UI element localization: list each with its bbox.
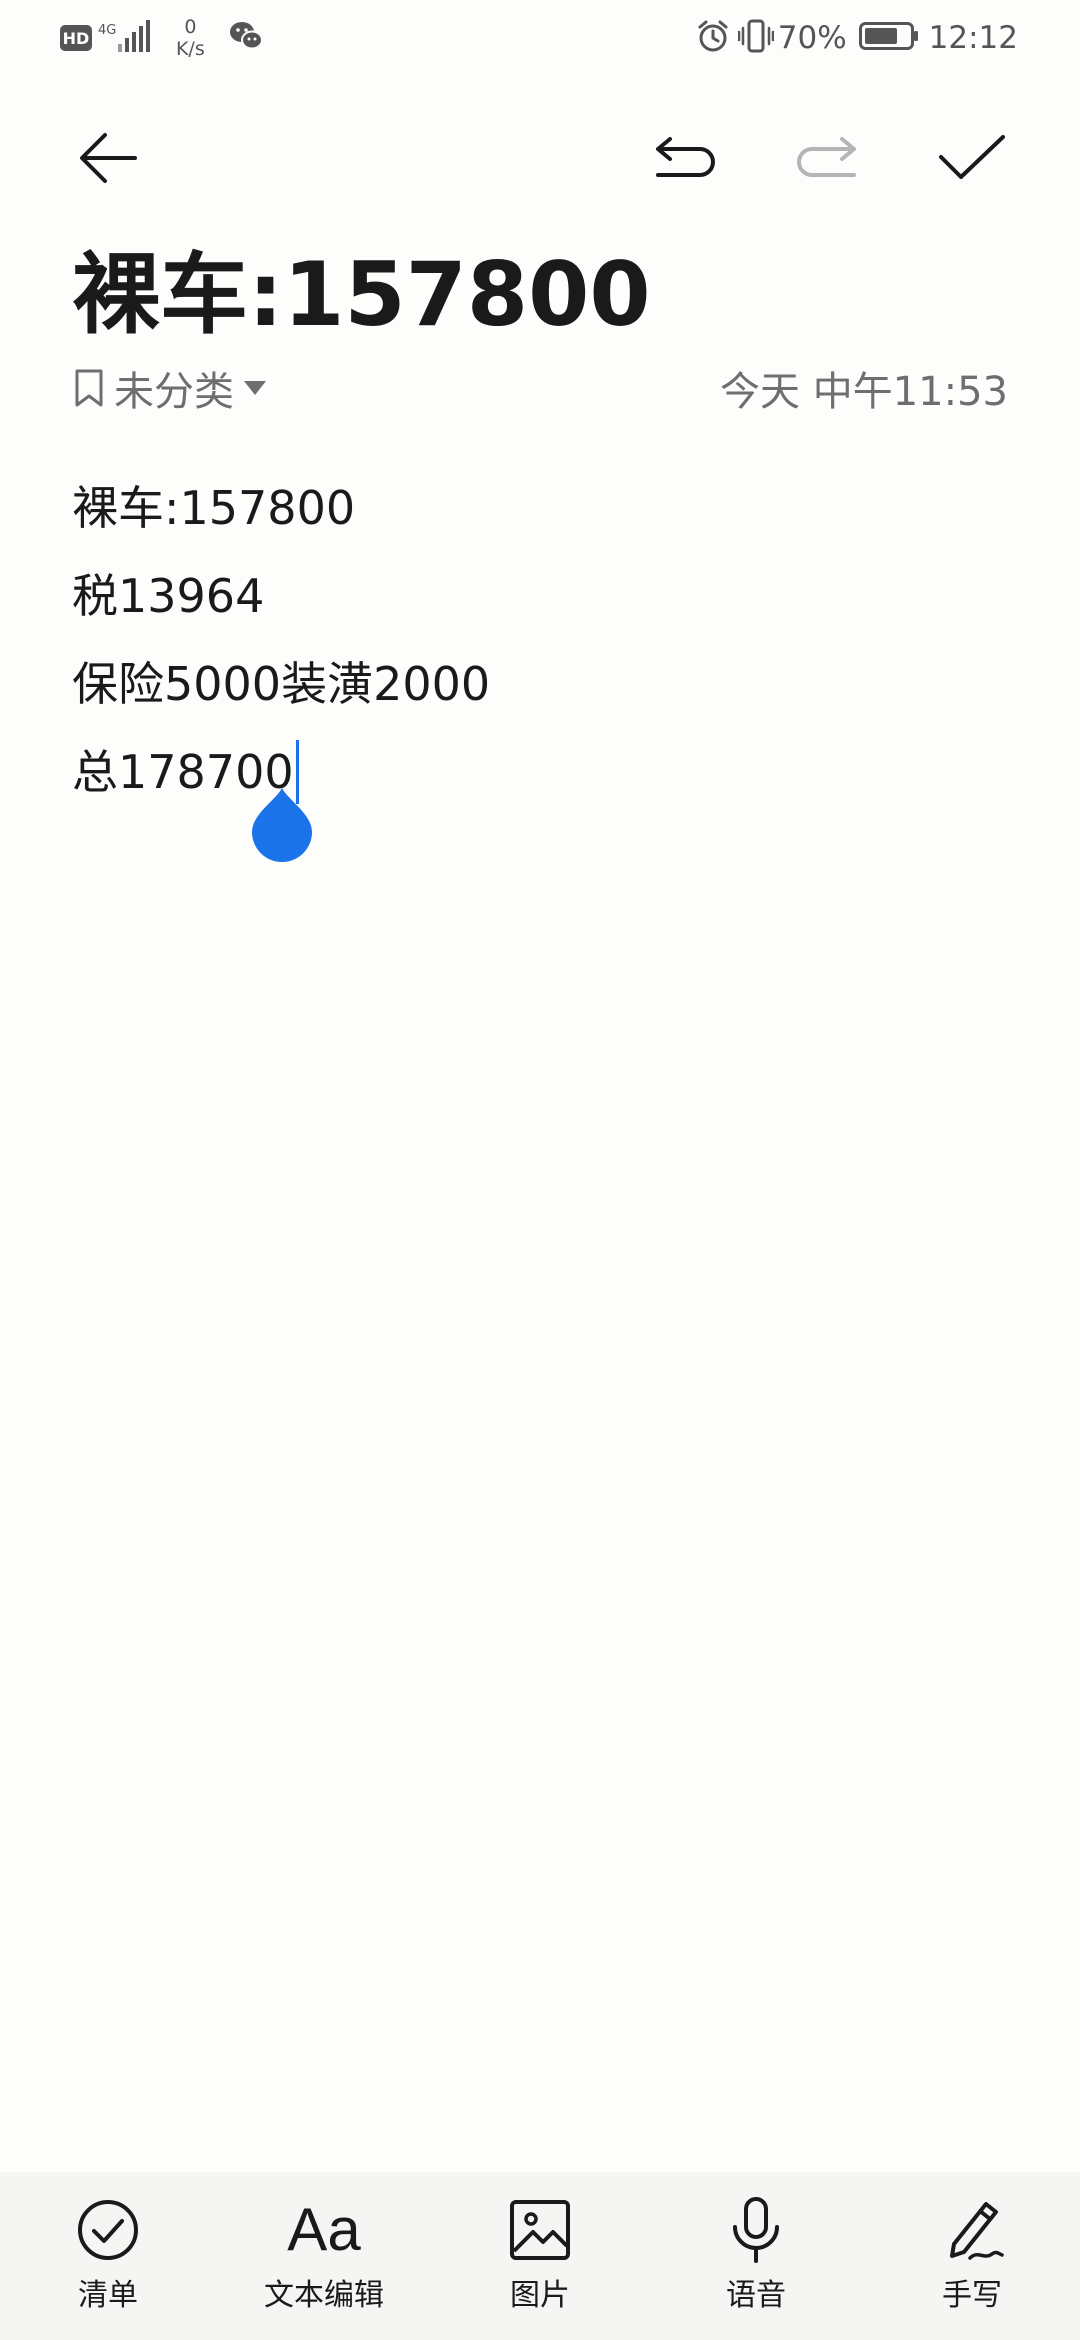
- voice-label: 语音: [726, 2278, 786, 2313]
- note-line-text: 保险5000装潢2000: [72, 657, 491, 711]
- text-format-glyph: Aa: [287, 2196, 361, 2263]
- back-arrow-icon: [80, 133, 137, 183]
- note-line-text: 税13964: [72, 569, 265, 623]
- network-type: 4G: [98, 22, 117, 38]
- category-label: 未分类: [114, 369, 234, 415]
- battery-percent: 70%: [777, 20, 847, 56]
- save-button[interactable]: [932, 118, 1012, 198]
- pen-icon: [940, 2196, 1004, 2264]
- back-button[interactable]: [68, 118, 148, 198]
- note-line-text: 裸车:157800: [72, 481, 356, 535]
- alarm-icon: [696, 19, 730, 57]
- note-title[interactable]: 裸车:157800: [72, 240, 651, 350]
- undo-button[interactable]: [644, 118, 724, 198]
- redo-icon: [797, 137, 856, 177]
- status-bar-left: HD 4G 0 K/s: [60, 16, 264, 60]
- handwriting-button[interactable]: 手写: [892, 2196, 1052, 2316]
- note-timestamp: 今天 中午11:53: [720, 369, 1008, 415]
- net-speed-unit: K/s: [175, 38, 205, 60]
- checklist-label: 清单: [78, 2278, 138, 2313]
- note-line[interactable]: 保险5000装潢2000: [72, 640, 1012, 728]
- redo-button[interactable]: [788, 118, 868, 198]
- checklist-button[interactable]: 清单: [28, 2196, 188, 2316]
- clock: 12:12: [928, 20, 1018, 56]
- bookmark-icon: [75, 369, 103, 407]
- voice-button[interactable]: 语音: [676, 2196, 836, 2316]
- handwriting-label: 手写: [942, 2278, 1002, 2313]
- network-speed: 0 K/s: [168, 16, 212, 60]
- status-bar-right: 70% 12:12: [696, 18, 1018, 58]
- signal-icon: [118, 20, 152, 56]
- note-line[interactable]: 税13964: [72, 552, 1012, 640]
- image-icon: [509, 2196, 571, 2264]
- vibrate-icon: [737, 19, 774, 57]
- microphone-icon: [730, 2196, 782, 2264]
- category-selector[interactable]: 未分类: [74, 360, 266, 416]
- battery-icon: [858, 22, 919, 54]
- note-meta-row: 未分类 今天 中午11:53: [74, 360, 1008, 416]
- text-format-icon: Aa: [287, 2196, 360, 2264]
- note-line[interactable]: 裸车:157800: [72, 464, 1012, 552]
- note-line[interactable]: 总178700: [72, 728, 1012, 816]
- checkmark-icon: [939, 135, 1005, 179]
- checklist-icon: [77, 2196, 139, 2264]
- undo-icon: [656, 137, 715, 177]
- dropdown-triangle-icon: [244, 381, 266, 395]
- image-label: 图片: [510, 2278, 570, 2313]
- cursor-handle[interactable]: [250, 786, 314, 862]
- net-speed-value: 0: [184, 16, 197, 38]
- text-format-button[interactable]: Aa 文本编辑: [244, 2196, 404, 2316]
- bottom-toolbar: 清单 Aa 文本编辑 图片 语音 手写: [0, 2172, 1080, 2340]
- status-bar: HD 4G 0 K/s 70% 12:12: [0, 0, 1080, 76]
- text-format-label: 文本编辑: [264, 2278, 384, 2313]
- note-body-editor[interactable]: 裸车:157800 税13964 保险5000装潢2000 总178700: [72, 464, 1012, 816]
- wechat-icon: [228, 20, 264, 56]
- hd-icon: HD: [60, 25, 92, 51]
- image-button[interactable]: 图片: [460, 2196, 620, 2316]
